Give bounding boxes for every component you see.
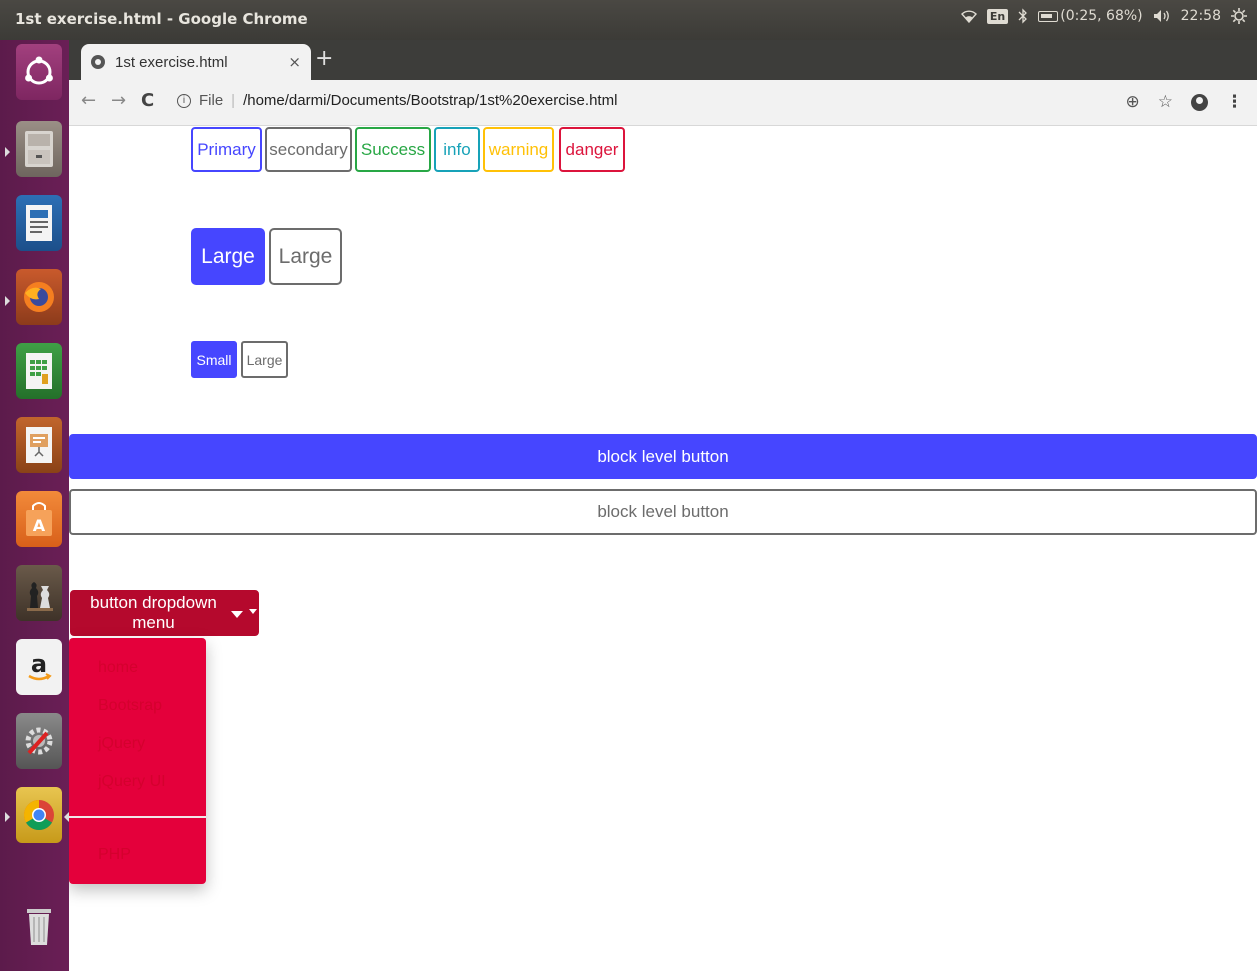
url-text[interactable]: /home/darmi/Documents/Bootstrap/1st%20ex… bbox=[243, 92, 617, 109]
launcher-software[interactable]: A bbox=[15, 490, 63, 548]
warning-outline-button[interactable]: warning bbox=[483, 127, 554, 172]
success-outline-button[interactable]: Success bbox=[355, 127, 431, 172]
secondary-outline-button[interactable]: secondary bbox=[265, 127, 352, 172]
gear-icon[interactable] bbox=[1231, 8, 1247, 24]
keyboard-layout-indicator[interactable]: En bbox=[986, 8, 1009, 24]
menu-icon[interactable]: ⋮ bbox=[1226, 92, 1243, 112]
launcher-ubuntu-dash[interactable] bbox=[15, 43, 63, 101]
window-title: 1st exercise.html - Google Chrome bbox=[15, 10, 308, 28]
caret-down-icon bbox=[231, 610, 243, 618]
back-button[interactable]: ← bbox=[81, 90, 96, 111]
large-outline-button[interactable]: Large bbox=[269, 228, 342, 285]
running-indicator bbox=[5, 812, 10, 822]
block-outline-button[interactable]: block level button bbox=[69, 489, 1257, 535]
block-primary-button[interactable]: block level button bbox=[69, 434, 1257, 479]
url-scheme-label: File bbox=[199, 92, 224, 109]
launcher-chrome[interactable] bbox=[15, 786, 63, 844]
launcher-files[interactable] bbox=[15, 120, 63, 178]
forward-button[interactable]: → bbox=[111, 90, 126, 111]
bookmark-star-icon[interactable]: ☆ bbox=[1158, 92, 1173, 112]
dropdown-item-home[interactable]: home bbox=[98, 659, 138, 677]
dropdown-item-bootstrap[interactable]: Bootsrap bbox=[98, 697, 162, 715]
battery-status: (0:25, 68%) bbox=[1060, 8, 1143, 24]
launcher: A a bbox=[0, 40, 69, 971]
launcher-system-settings[interactable] bbox=[15, 712, 63, 770]
launcher-impress[interactable] bbox=[15, 416, 63, 474]
running-indicator bbox=[5, 296, 10, 306]
reload-button[interactable]: C bbox=[141, 90, 154, 111]
bluetooth-icon[interactable] bbox=[1018, 8, 1028, 24]
launcher-amazon[interactable]: a bbox=[15, 638, 63, 696]
launcher-chess[interactable] bbox=[15, 564, 63, 622]
globe-icon bbox=[91, 55, 105, 69]
address-bar[interactable]: i File | /home/darmi/Documents/Bootstrap… bbox=[177, 92, 617, 109]
dropdown-toggle-button[interactable]: button dropdown menu bbox=[70, 590, 259, 636]
new-tab-button[interactable]: + bbox=[315, 46, 333, 71]
large-primary-button[interactable]: Large bbox=[191, 228, 265, 285]
dropdown-menu: home Bootsrap jQuery jQuery UI PHP bbox=[69, 638, 206, 884]
settings-wrench-icon bbox=[16, 713, 62, 769]
tab-title: 1st exercise.html bbox=[115, 53, 228, 71]
indicator-area: En (0:25, 68%) 22:58 bbox=[960, 8, 1247, 24]
svg-text:a: a bbox=[31, 650, 47, 678]
presentation-impress-icon bbox=[16, 417, 62, 473]
small-outline-button[interactable]: Large bbox=[241, 341, 288, 378]
launcher-trash[interactable] bbox=[15, 898, 63, 956]
primary-outline-button[interactable]: Primary bbox=[191, 127, 262, 172]
zoom-icon[interactable]: ⊕ bbox=[1126, 92, 1140, 112]
page-viewport: Primary secondary Success info warning d… bbox=[69, 126, 1257, 971]
dropdown-divider bbox=[69, 816, 206, 818]
volume-icon[interactable] bbox=[1153, 9, 1171, 23]
chevron-down-icon bbox=[249, 608, 257, 614]
trash-icon bbox=[16, 899, 62, 955]
info-icon[interactable]: i bbox=[177, 93, 191, 108]
battery-indicator[interactable]: (0:25, 68%) bbox=[1038, 8, 1143, 24]
launcher-writer[interactable] bbox=[15, 194, 63, 252]
info-outline-button[interactable]: info bbox=[434, 127, 480, 172]
battery-icon bbox=[1038, 10, 1059, 22]
dropdown-item-php[interactable]: PHP bbox=[98, 846, 131, 864]
spreadsheet-calc-icon bbox=[16, 343, 62, 399]
dropdown-item-jquery[interactable]: jQuery bbox=[98, 735, 145, 753]
launcher-calc[interactable] bbox=[15, 342, 63, 400]
file-cabinet-icon bbox=[16, 121, 62, 177]
small-primary-button[interactable]: Small bbox=[191, 341, 237, 378]
browser-tab[interactable]: 1st exercise.html × bbox=[81, 44, 311, 80]
launcher-firefox[interactable] bbox=[15, 268, 63, 326]
chrome-tab-strip: 1st exercise.html × + bbox=[69, 40, 1257, 80]
document-writer-icon bbox=[16, 195, 62, 251]
ubuntu-logo-icon bbox=[16, 44, 62, 100]
toolbar-actions: ⊕ ☆ ⋮ bbox=[1126, 92, 1244, 112]
svg-text:A: A bbox=[33, 516, 46, 535]
chess-icon bbox=[16, 565, 62, 621]
firefox-icon bbox=[16, 269, 62, 325]
browser-toolbar: ← → C i File | /home/darmi/Documents/Boo… bbox=[69, 80, 1257, 126]
os-top-panel: 1st exercise.html - Google Chrome En (0:… bbox=[0, 0, 1257, 40]
amazon-icon: a bbox=[16, 639, 62, 695]
chrome-icon bbox=[16, 787, 62, 843]
shopping-bag-icon: A bbox=[16, 491, 62, 547]
danger-outline-button[interactable]: danger bbox=[559, 127, 625, 172]
close-icon[interactable]: × bbox=[288, 53, 301, 71]
dropdown-label: button dropdown menu bbox=[90, 593, 217, 632]
wifi-icon[interactable] bbox=[960, 9, 977, 23]
dropdown-item-jquery-ui[interactable]: jQuery UI bbox=[98, 773, 166, 791]
clock[interactable]: 22:58 bbox=[1181, 8, 1221, 24]
profile-icon[interactable] bbox=[1191, 93, 1208, 111]
url-separator: | bbox=[231, 92, 236, 109]
running-indicator bbox=[5, 147, 10, 157]
